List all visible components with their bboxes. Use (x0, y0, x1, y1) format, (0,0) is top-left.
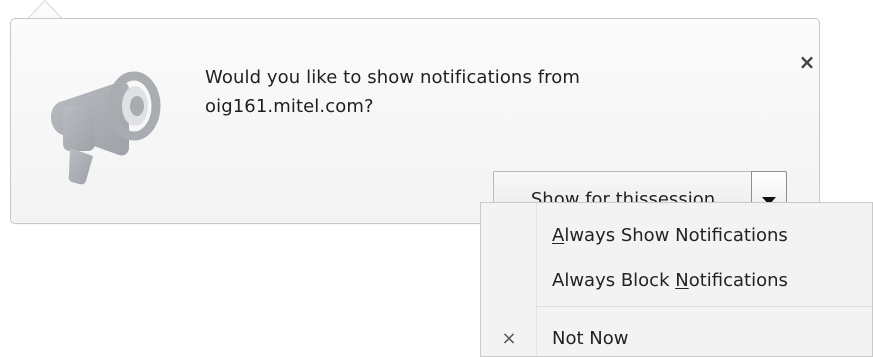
megaphone-icon (40, 56, 180, 186)
notification-message: Would you like to show notifications fro… (205, 63, 675, 121)
notification-message-line-1: Would you like to show notifications fro… (205, 67, 581, 88)
menu-item-label-rest: lways Show Notifications (564, 224, 788, 246)
menu-item-label: Always Show Notifications (537, 225, 788, 246)
menu-item-label: Always Block Notifications (537, 270, 788, 291)
close-icon[interactable]: × (795, 50, 819, 74)
menu-item-not-now[interactable]: × Not Now (481, 319, 872, 357)
notification-bubble: Would you like to show notifications fro… (10, 18, 820, 227)
notification-popup: Would you like to show notifications fro… (0, 0, 873, 357)
menu-item-label: Not Now (552, 327, 629, 349)
menu-item-label-rest: otifications (688, 269, 788, 291)
menu-item-label-prefix: Always Block (552, 269, 676, 291)
menu-item-label-accel: A (552, 224, 565, 246)
notification-options-menu: Always Show Notifications Always Block N… (480, 202, 873, 357)
checkmark-icon: × (501, 327, 517, 349)
menu-item-label-accel: N (675, 269, 689, 291)
notification-stage: Would you like to show notifications fro… (0, 0, 873, 357)
menu-separator (537, 306, 872, 307)
menu-item-always-block-notifications[interactable]: Always Block Notifications (481, 261, 872, 299)
menu-item-always-show-notifications[interactable]: Always Show Notifications (481, 216, 872, 254)
notification-message-line-2: oig161.mitel.com? (205, 96, 374, 117)
